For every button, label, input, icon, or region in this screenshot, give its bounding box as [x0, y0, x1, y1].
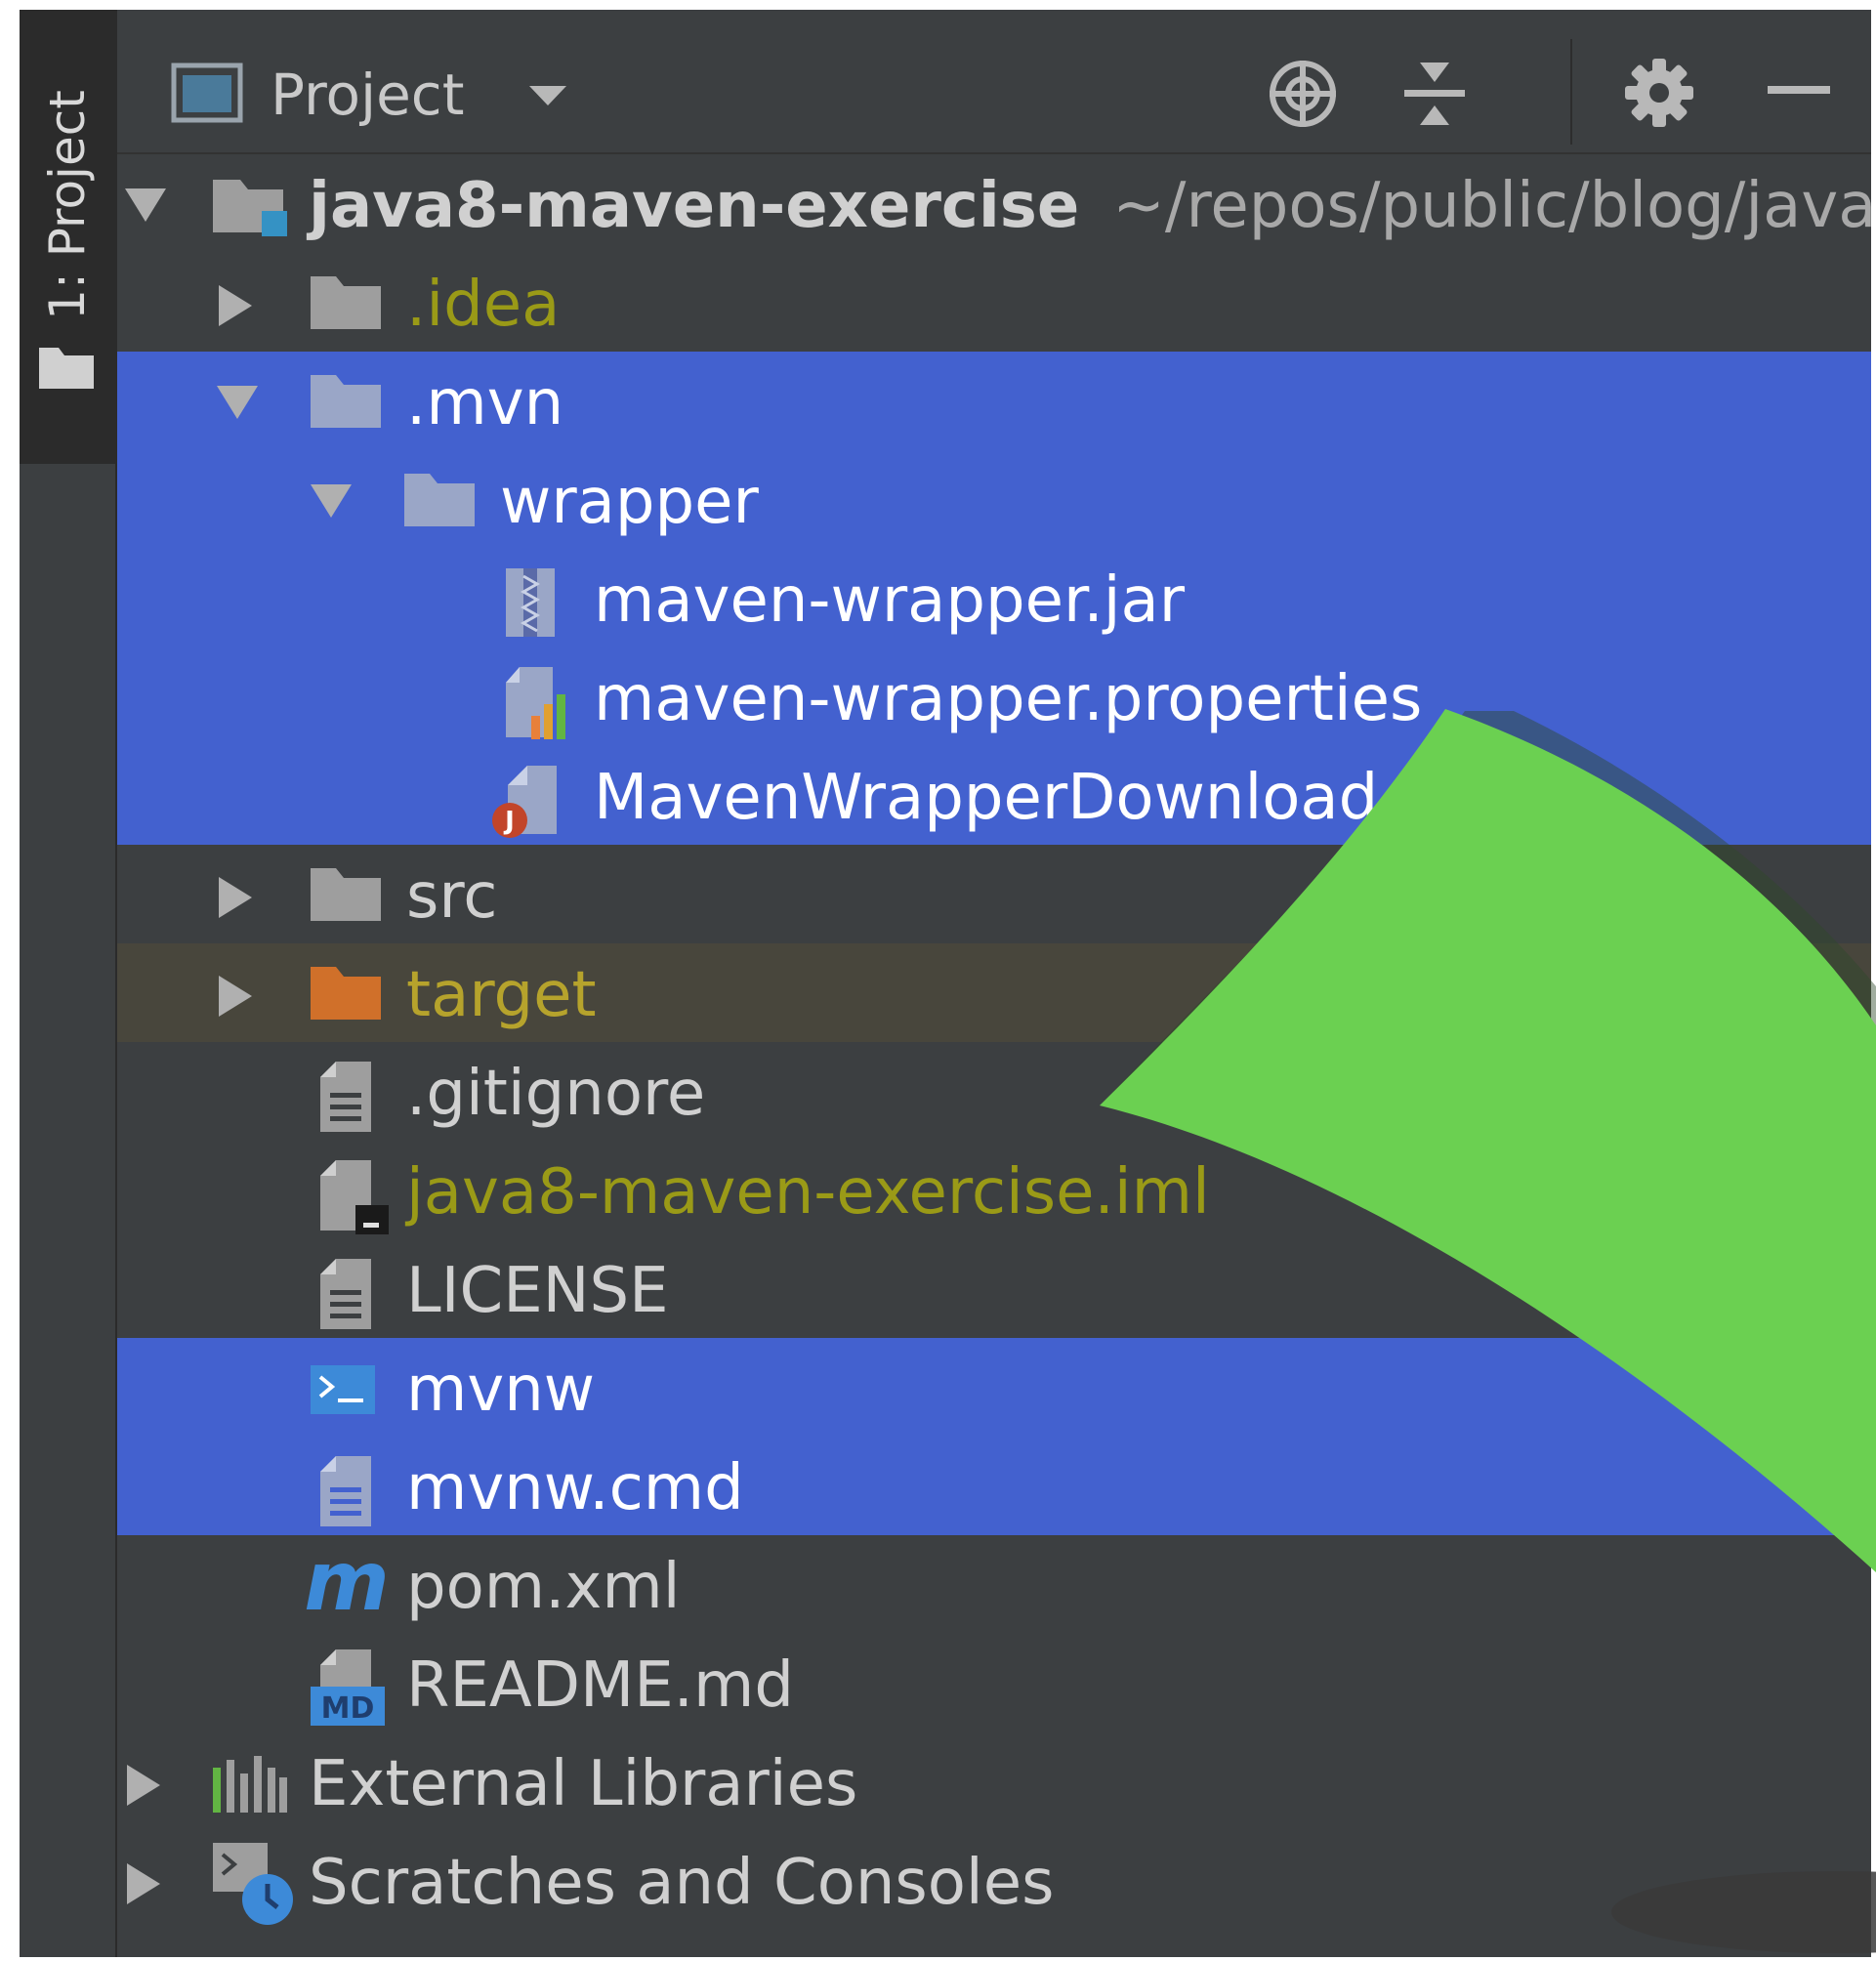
tree-node-src[interactable]: src [117, 845, 1871, 943]
collapse-all-icon[interactable] [1400, 57, 1469, 131]
tree-node-mvnw[interactable]: mvnw [117, 1338, 1871, 1437]
collapsed-arrow-icon[interactable] [123, 1861, 162, 1906]
locate-icon[interactable] [1266, 57, 1340, 131]
tool-strip: 1: Project [20, 10, 117, 1957]
expanded-arrow-icon[interactable] [309, 480, 354, 520]
node-label: README.md [406, 1649, 794, 1722]
tree-node-pom[interactable]: m pom.xml [117, 1535, 1871, 1634]
gear-icon[interactable] [1623, 57, 1695, 129]
text-file-icon [320, 1062, 371, 1132]
node-label: Scratches and Consoles [309, 1847, 1055, 1919]
project-tool-window: 1: Project Project java8-maven-exercise … [20, 10, 1871, 1957]
tree-node-idea[interactable]: .idea [117, 253, 1871, 352]
folder-icon [311, 868, 381, 921]
node-label: wrapper [500, 466, 759, 538]
folder-icon [311, 276, 381, 329]
tree-node-mvnw-cmd[interactable]: mvnw.cmd [117, 1437, 1871, 1535]
maven-file-icon: m [304, 1545, 390, 1623]
java-file-icon: J [492, 766, 557, 838]
node-label: .mvn [406, 367, 564, 439]
folder-icon [404, 474, 475, 526]
project-header: Project [117, 10, 1871, 154]
tree-node-wrapper[interactable]: wrapper [117, 450, 1871, 549]
shell-script-icon [311, 1365, 375, 1414]
chevron-down-icon[interactable] [527, 84, 568, 107]
project-side-tab[interactable]: 1: Project [20, 10, 115, 464]
tree-node-target[interactable]: target [117, 943, 1871, 1042]
collapsed-arrow-icon[interactable] [123, 1763, 162, 1808]
md-badge: MD [321, 1691, 375, 1726]
view-selector[interactable]: Project [271, 62, 464, 128]
root-path: ~/repos/public/blog/java [1112, 170, 1871, 242]
excluded-folder-icon [311, 967, 381, 1020]
maven-badge: m [304, 1545, 390, 1623]
collapsed-arrow-icon[interactable] [215, 283, 254, 328]
node-label: maven-wrapper.jar [594, 564, 1186, 637]
tree-node-properties[interactable]: maven-wrapper.properties [117, 647, 1871, 746]
project-panel: Project java8-maven-exercise ~/repos/pub… [117, 10, 1871, 1957]
tree-node-external-libraries[interactable]: External Libraries [117, 1732, 1871, 1831]
text-file-icon [320, 1456, 371, 1526]
tree-node-scratches[interactable]: Scratches and Consoles [117, 1831, 1871, 1930]
root-name: java8-maven-exercise [309, 170, 1080, 242]
node-label: src [406, 860, 498, 933]
expanded-arrow-icon[interactable] [215, 382, 260, 421]
tree-node-iml[interactable]: java8-maven-exercise.iml [117, 1141, 1871, 1239]
node-label: mvnw [406, 1354, 596, 1426]
libraries-icon [213, 1756, 287, 1813]
folder-icon [311, 375, 381, 428]
module-folder-icon [213, 180, 287, 236]
node-label: target [406, 959, 597, 1031]
side-tab-label: 1: Project [39, 90, 96, 320]
folder-icon [39, 348, 94, 389]
tree-node-jar[interactable]: maven-wrapper.jar [117, 549, 1871, 647]
module-file-icon [320, 1160, 389, 1234]
jar-archive-icon [506, 568, 555, 637]
node-label: LICENSE [406, 1255, 669, 1327]
node-label: pom.xml [406, 1551, 681, 1623]
collapsed-arrow-icon[interactable] [215, 875, 254, 920]
tree-node-gitignore[interactable]: .gitignore [117, 1042, 1871, 1141]
expanded-arrow-icon[interactable] [123, 185, 168, 224]
tree-node-downloader[interactable]: J MavenWrapperDownload [117, 746, 1871, 845]
root-label: java8-maven-exercise ~/repos/public/blog/… [309, 170, 1871, 242]
node-label: .gitignore [406, 1058, 706, 1130]
node-label: .idea [406, 269, 561, 341]
node-label: External Libraries [309, 1748, 858, 1820]
tree-node-mvn[interactable]: .mvn [117, 352, 1871, 450]
tree-node-readme[interactable]: MD README.md [117, 1634, 1871, 1732]
tree-node-root[interactable]: java8-maven-exercise ~/repos/public/blog/… [117, 154, 1871, 253]
node-label: java8-maven-exercise.iml [406, 1156, 1210, 1229]
collapsed-arrow-icon[interactable] [215, 974, 254, 1019]
properties-file-icon [506, 667, 565, 739]
node-label: mvnw.cmd [406, 1452, 744, 1524]
node-label: MavenWrapperDownload [594, 762, 1379, 834]
project-window-icon [171, 63, 243, 123]
text-file-icon [320, 1259, 371, 1329]
minimize-icon[interactable] [1768, 84, 1830, 96]
scratches-icon [213, 1843, 293, 1925]
node-label: maven-wrapper.properties [594, 663, 1423, 735]
toolbar-separator [1570, 39, 1572, 145]
tree-node-license[interactable]: LICENSE [117, 1239, 1871, 1338]
markdown-file-icon: MD [311, 1649, 385, 1726]
java-badge: J [503, 807, 515, 836]
